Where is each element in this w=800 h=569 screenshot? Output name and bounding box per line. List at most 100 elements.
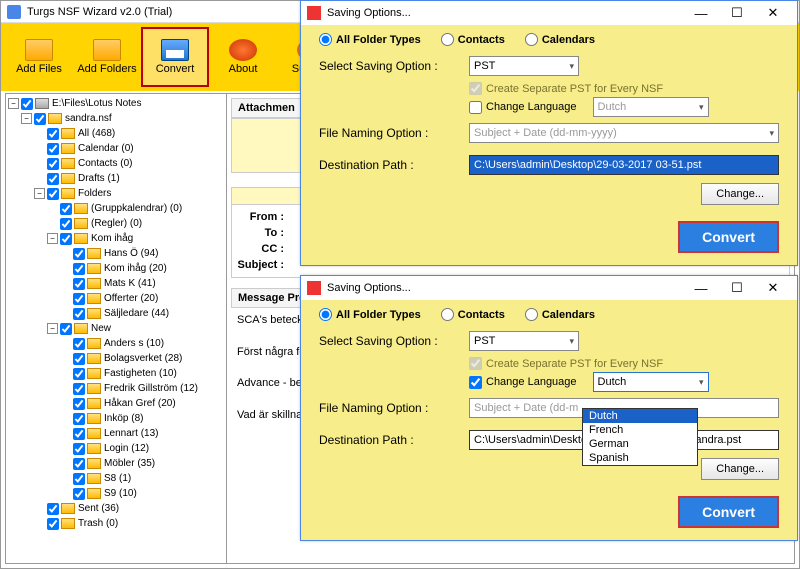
tree-item[interactable]: Drafts (1) <box>8 171 224 186</box>
tree-checkbox[interactable] <box>73 398 85 410</box>
create-separate-pst-check[interactable]: Create Separate PST for Every NSF <box>469 82 779 95</box>
collapse-icon[interactable]: − <box>47 233 58 244</box>
language-dropdown-list[interactable]: Dutch French German Spanish <box>582 408 698 466</box>
minimize-button[interactable]: — <box>683 3 719 23</box>
tree-checkbox[interactable] <box>21 98 33 110</box>
dialog-title-bar[interactable]: Saving Options... — ☐ ✕ <box>301 1 797 25</box>
tree-checkbox[interactable] <box>73 413 85 425</box>
maximize-button[interactable]: ☐ <box>719 278 755 298</box>
radio-contacts[interactable]: Contacts <box>441 308 505 321</box>
radio-all-folder-types[interactable]: All Folder Types <box>319 33 421 46</box>
radio-calendars[interactable]: Calendars <box>525 308 595 321</box>
tree-checkbox[interactable] <box>73 263 85 275</box>
tree-checkbox[interactable] <box>73 383 85 395</box>
change-language-check[interactable]: Change Language Dutch▾ <box>469 372 779 392</box>
tree-checkbox[interactable] <box>73 488 85 500</box>
tree-item[interactable]: Offerter (20) <box>8 291 224 306</box>
radio-contacts[interactable]: Contacts <box>441 33 505 46</box>
tree-checkbox[interactable] <box>73 368 85 380</box>
tree-checkbox[interactable] <box>73 353 85 365</box>
collapse-icon[interactable]: − <box>34 188 45 199</box>
tree-item[interactable]: Håkan Gref (20) <box>8 396 224 411</box>
tree-checkbox[interactable] <box>60 233 72 245</box>
radio-all-folder-types[interactable]: All Folder Types <box>319 308 421 321</box>
tree-item[interactable]: Fastigheten (10) <box>8 366 224 381</box>
tree-item[interactable]: Säljledare (44) <box>8 306 224 321</box>
tree-nsf[interactable]: − sandra.nsf <box>8 111 224 126</box>
collapse-icon[interactable]: − <box>47 323 58 334</box>
tree-checkbox[interactable] <box>60 218 72 230</box>
tree-checkbox[interactable] <box>47 143 59 155</box>
tree-item[interactable]: −Folders <box>8 186 224 201</box>
add-files-button[interactable]: Add Files <box>5 27 73 87</box>
tree-checkbox[interactable] <box>47 158 59 170</box>
tree-item[interactable]: Contacts (0) <box>8 156 224 171</box>
change-path-button[interactable]: Change... <box>701 458 779 480</box>
create-separate-pst-check[interactable]: Create Separate PST for Every NSF <box>469 357 779 370</box>
tree-checkbox[interactable] <box>47 518 59 530</box>
tree-checkbox[interactable] <box>73 293 85 305</box>
close-button[interactable]: ✕ <box>755 278 791 298</box>
tree-item[interactable]: −Kom ihåg <box>8 231 224 246</box>
saving-format-select[interactable]: PST▾ <box>469 56 579 76</box>
tree-item[interactable]: Sent (36) <box>8 501 224 516</box>
tree-checkbox[interactable] <box>47 503 59 515</box>
close-button[interactable]: ✕ <box>755 3 791 23</box>
tree-item[interactable]: (Regler) (0) <box>8 216 224 231</box>
tree-item[interactable]: Lennart (13) <box>8 426 224 441</box>
tree-item[interactable]: Kom ihåg (20) <box>8 261 224 276</box>
collapse-icon[interactable]: − <box>21 113 32 124</box>
tree-checkbox[interactable] <box>60 323 72 335</box>
convert-button[interactable]: Convert <box>141 27 209 87</box>
tree-item[interactable]: Möbler (35) <box>8 456 224 471</box>
collapse-icon[interactable]: − <box>8 98 19 109</box>
folder-tree[interactable]: − E:\Files\Lotus Notes − sandra.nsf All … <box>5 93 227 564</box>
dialog-convert-button[interactable]: Convert <box>678 221 779 253</box>
tree-item[interactable]: Calendar (0) <box>8 141 224 156</box>
minimize-button[interactable]: — <box>683 278 719 298</box>
tree-item[interactable]: S8 (1) <box>8 471 224 486</box>
lang-option-dutch[interactable]: Dutch <box>583 409 697 423</box>
tree-item[interactable]: Bolagsverket (28) <box>8 351 224 366</box>
tree-item[interactable]: Mats K (41) <box>8 276 224 291</box>
tree-checkbox[interactable] <box>34 113 46 125</box>
saving-format-select[interactable]: PST▾ <box>469 331 579 351</box>
tree-checkbox[interactable] <box>73 308 85 320</box>
tree-checkbox[interactable] <box>47 188 59 200</box>
tree-checkbox[interactable] <box>73 278 85 290</box>
lang-option-french[interactable]: French <box>583 423 697 437</box>
tree-checkbox[interactable] <box>47 173 59 185</box>
dialog-convert-button[interactable]: Convert <box>678 496 779 528</box>
tree-root[interactable]: − E:\Files\Lotus Notes <box>8 96 224 111</box>
language-select[interactable]: Dutch▾ <box>593 372 709 392</box>
maximize-button[interactable]: ☐ <box>719 3 755 23</box>
tree-checkbox[interactable] <box>73 443 85 455</box>
tree-checkbox[interactable] <box>73 473 85 485</box>
radio-calendars[interactable]: Calendars <box>525 33 595 46</box>
tree-item[interactable]: Trash (0) <box>8 516 224 531</box>
about-button[interactable]: About <box>209 27 277 87</box>
add-folders-button[interactable]: Add Folders <box>73 27 141 87</box>
lang-option-german[interactable]: German <box>583 437 697 451</box>
tree-checkbox[interactable] <box>73 458 85 470</box>
lang-option-spanish[interactable]: Spanish <box>583 451 697 465</box>
tree-item[interactable]: −New <box>8 321 224 336</box>
tree-item[interactable]: Login (12) <box>8 441 224 456</box>
language-select[interactable]: Dutch▾ <box>593 97 709 117</box>
tree-checkbox[interactable] <box>73 248 85 260</box>
tree-checkbox[interactable] <box>60 203 72 215</box>
change-path-button[interactable]: Change... <box>701 183 779 205</box>
tree-item[interactable]: Anders s (10) <box>8 336 224 351</box>
tree-checkbox[interactable] <box>47 128 59 140</box>
tree-checkbox[interactable] <box>73 428 85 440</box>
dialog-title-bar[interactable]: Saving Options... — ☐ ✕ <box>301 276 797 300</box>
tree-item[interactable]: (Gruppkalendrar) (0) <box>8 201 224 216</box>
file-naming-select[interactable]: Subject + Date (dd-mm-yyyy)▾ <box>469 123 779 143</box>
tree-item[interactable]: All (468) <box>8 126 224 141</box>
tree-item[interactable]: Inköp (8) <box>8 411 224 426</box>
tree-item[interactable]: S9 (10) <box>8 486 224 501</box>
change-language-check[interactable]: Change Language Dutch▾ <box>469 97 779 117</box>
tree-item[interactable]: Fredrik Gillström (12) <box>8 381 224 396</box>
tree-checkbox[interactable] <box>73 338 85 350</box>
destination-path-input[interactable]: C:\Users\admin\Desktop\29-03-2017 03-51.… <box>469 155 779 175</box>
